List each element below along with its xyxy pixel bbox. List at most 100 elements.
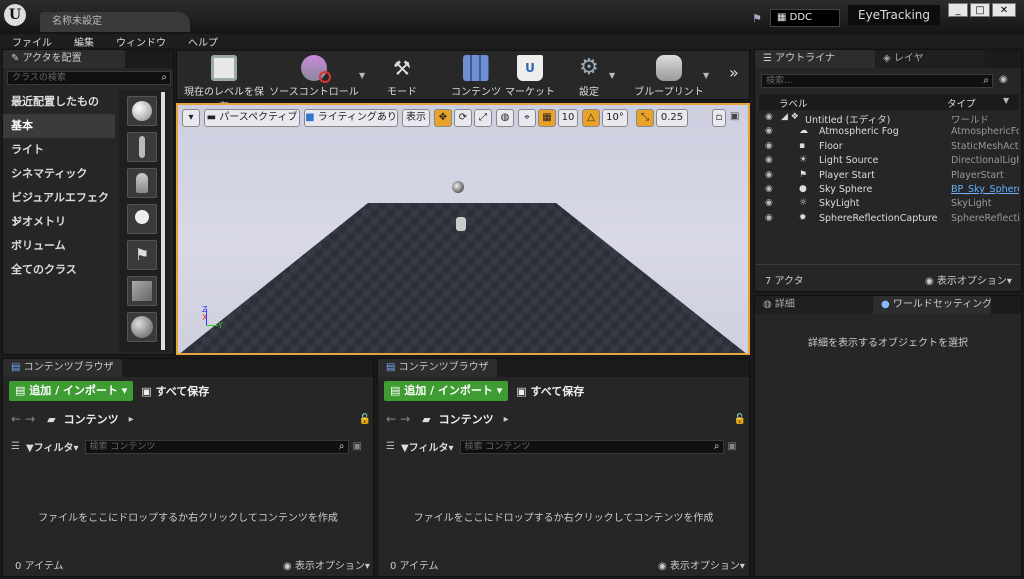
perspective-button[interactable]: ▬ パースペクティブ [204, 109, 300, 127]
sources-toggle-icon[interactable]: ☰ [11, 441, 20, 452]
category-recent[interactable]: 最近配置したもの [3, 90, 115, 114]
menu-file[interactable]: ファイル [12, 34, 52, 49]
save-all-button[interactable]: ▣ すべて保存 [516, 383, 584, 399]
point-light-thumb[interactable] [127, 204, 157, 234]
translate-mode-icon[interactable]: ✥ [434, 109, 452, 127]
menu-window[interactable]: ウィンドウ [116, 34, 166, 49]
outliner-row[interactable]: ◉☁Atmospheric FogAtmosphericFog [759, 126, 1019, 140]
ddc-button[interactable]: ▦ DDC [770, 9, 840, 27]
rotate-mode-icon[interactable]: ⟳ [454, 109, 472, 127]
settings-button[interactable]: ⚙ 設定 [563, 51, 615, 99]
search-icon[interactable]: ⌕ [714, 441, 720, 453]
column-type[interactable]: タイプ [947, 96, 976, 110]
close-button[interactable]: ✕ [992, 3, 1016, 17]
search-icon[interactable]: ⌕ [983, 75, 989, 87]
player-start-gizmo-icon[interactable] [456, 217, 466, 231]
save-all-button[interactable]: ▣ すべて保存 [141, 383, 209, 399]
modes-button[interactable]: ⚒ モード [377, 51, 427, 99]
chevron-down-icon[interactable]: ▼ [703, 71, 709, 80]
category-cinematic[interactable]: シネマティック [3, 162, 115, 186]
world-coordinate-icon[interactable]: ◍ [496, 109, 514, 127]
scale-mode-icon[interactable]: ⤢ [474, 109, 492, 127]
category-lights[interactable]: ライト [3, 138, 115, 162]
chevron-down-icon[interactable]: ▼ [359, 71, 365, 80]
lock-icon[interactable]: 🔓 [359, 414, 371, 425]
tab-world-settings[interactable]: ● ワールドセッティング [873, 296, 991, 314]
blueprints-button[interactable]: ブループリント [633, 51, 705, 99]
lighting-button[interactable]: ■ ライティングあり [304, 109, 398, 127]
search-icon[interactable]: ⌕ [161, 72, 167, 84]
outliner-row[interactable]: ◉ ● Sky Sphere BP_Sky_Sphere [759, 184, 1019, 198]
outliner-row[interactable]: ◉ ◢ ❖ Untitled (エディタ) ワールド [759, 112, 1019, 126]
content-button[interactable]: コンテンツ [449, 51, 503, 99]
show-button[interactable]: 表示 [402, 109, 430, 127]
category-visual-effects[interactable]: ビジュアルエフェクト [3, 186, 115, 228]
scale-snap-value[interactable]: 0.25 [656, 109, 688, 127]
filter-button[interactable]: ▼フィルタ▾ [26, 439, 79, 454]
sources-toggle-icon[interactable]: ☰ [386, 441, 395, 452]
sphere-thumb[interactable] [127, 312, 157, 342]
class-search-input[interactable]: クラスの検索 ⌕ [7, 71, 171, 85]
menu-help[interactable]: ヘルプ [188, 34, 218, 49]
view-options-button[interactable]: ◉ 表示オプション▾ [658, 557, 745, 572]
back-arrow-icon[interactable]: ← [386, 412, 396, 426]
maximize-viewport-icon[interactable]: ▣ [730, 111, 742, 123]
visibility-eye-icon[interactable]: ◉ [765, 112, 773, 122]
pawn-thumb[interactable] [127, 168, 157, 198]
path-content[interactable]: コンテンツ [439, 411, 494, 427]
back-arrow-icon[interactable]: ← [11, 412, 21, 426]
more-toolbar-button[interactable]: » [729, 63, 739, 82]
visibility-eye-icon[interactable]: ◉ [765, 126, 773, 136]
content-search-input[interactable]: 検索 コンテンツ ⌕ [84, 439, 349, 454]
tab-place-actors[interactable]: ✎ アクタを配置 [3, 50, 125, 68]
source-control-button[interactable]: ソースコントロール [269, 51, 359, 99]
search-icon[interactable]: ⌕ [339, 441, 345, 453]
visibility-eye-icon[interactable]: ◉ [765, 184, 773, 194]
outliner-row[interactable]: ◉ ☼ SkyLight SkyLight [759, 198, 1019, 212]
filter-button[interactable]: ▼フィルタ▾ [401, 439, 454, 454]
visibility-eye-icon[interactable]: ◉ [765, 213, 773, 223]
minimize-button[interactable]: _ [948, 3, 968, 17]
path-content[interactable]: コンテンツ [64, 411, 119, 427]
visibility-eye-icon[interactable]: ◉ [765, 141, 773, 151]
category-all-classes[interactable]: 全てのクラス [3, 258, 115, 282]
column-label[interactable]: ラベル [779, 96, 808, 110]
outliner-row[interactable]: ◉▪FloorStaticMeshActor [759, 141, 1019, 155]
content-search-input[interactable]: 検索 コンテンツ ⌕ [459, 439, 724, 454]
empty-actor-thumb[interactable] [127, 96, 157, 126]
rotation-snap-value[interactable]: 10° [602, 109, 628, 127]
add-import-button[interactable]: ▤ 追加 / インポート ▾ [384, 381, 509, 401]
scrollbar[interactable] [161, 92, 165, 350]
rotation-snap-icon[interactable]: △ [582, 109, 600, 127]
add-import-button[interactable]: ▤ 追加 / インポート ▾ [9, 381, 134, 401]
outliner-view-options-button[interactable]: ◉ 表示オプション▾ [925, 272, 1012, 287]
maximize-button[interactable]: □ [970, 3, 990, 17]
view-options-button[interactable]: ◉ 表示オプション▾ [283, 557, 370, 572]
camera-speed-icon[interactable]: ▫ [712, 109, 726, 127]
visibility-eye-icon[interactable]: ◉ [765, 170, 773, 180]
visibility-eye-icon[interactable]: ◉ [765, 198, 773, 208]
outliner-row[interactable]: ◉✹SphereReflectionCaptureSphereReflectio… [759, 213, 1019, 227]
tab-content-browser-1[interactable]: ▤ コンテンツブラウザ [3, 359, 122, 377]
visibility-eye-icon[interactable]: ◉ [765, 155, 773, 165]
chevron-down-icon[interactable]: ▼ [609, 71, 615, 80]
tab-outliner[interactable]: ☰ アウトライナ [755, 50, 875, 68]
category-basic[interactable]: 基本 [3, 114, 115, 138]
chevron-down-icon[interactable]: ▼ [1003, 96, 1009, 105]
unreal-logo-icon[interactable]: U [4, 4, 26, 26]
level-viewport[interactable]: Z X Y ▾ ▬ パースペクティブ ■ ライティングあり 表示 ✥ ⟳ ⤢ ◍… [176, 103, 750, 355]
tab-layers[interactable]: ◈ レイヤ [875, 50, 985, 68]
outliner-row[interactable]: ◉ ☀ Light Source DirectionalLight [759, 155, 1019, 169]
cube-thumb[interactable] [127, 276, 157, 306]
grid-snap-icon[interactable]: ▦ [538, 109, 556, 127]
forward-arrow-icon[interactable]: → [25, 412, 35, 426]
viewport-options-button[interactable]: ▾ [182, 109, 200, 127]
marketplace-button[interactable]: U マーケット [503, 51, 557, 99]
save-search-icon[interactable]: ▣ [728, 441, 737, 452]
outliner-settings-icon[interactable]: ◉ [999, 74, 1008, 85]
chevron-right-icon[interactable]: ▸ [129, 414, 134, 425]
grid-snap-value[interactable]: 10 [558, 109, 578, 127]
lock-icon[interactable]: 🔓 [734, 414, 746, 425]
sky-sphere-gizmo-icon[interactable] [452, 181, 464, 193]
player-start-thumb[interactable]: ⚑ [127, 240, 157, 270]
